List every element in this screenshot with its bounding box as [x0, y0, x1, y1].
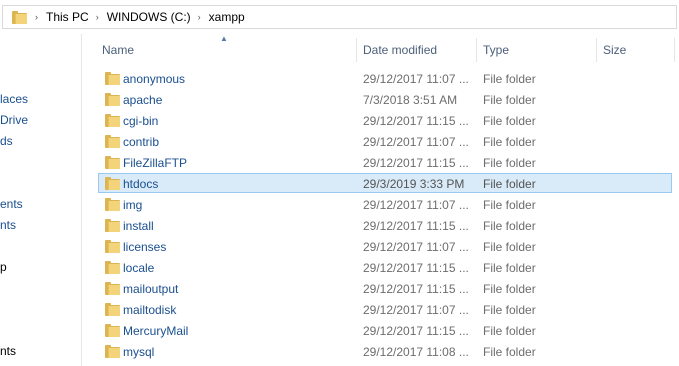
- file-type: File folder: [483, 72, 536, 86]
- folder-icon: [12, 11, 28, 24]
- column-header-date[interactable]: Date modified: [363, 38, 437, 62]
- address-bar[interactable]: › This PC › WINDOWS (C:) › xampp: [2, 5, 677, 29]
- file-type: File folder: [483, 303, 536, 317]
- folder-icon: [105, 114, 120, 127]
- file-name[interactable]: cgi-bin: [123, 114, 158, 128]
- chevron-right-icon[interactable]: ›: [96, 12, 99, 22]
- nav-item-p[interactable]: p: [0, 260, 7, 274]
- file-type: File folder: [483, 177, 536, 191]
- table-row[interactable]: FileZillaFTP 29/12/2017 11:15 ... File fol…: [98, 152, 672, 172]
- folder-icon: [105, 219, 120, 232]
- file-name[interactable]: mailoutput: [123, 282, 178, 296]
- date-modified: 29/12/2017 11:15 ...: [363, 114, 469, 128]
- file-name[interactable]: anonymous: [123, 72, 185, 86]
- file-type: File folder: [483, 198, 536, 212]
- column-header-type[interactable]: Type: [483, 38, 509, 62]
- nav-item-drive[interactable]: Drive: [0, 113, 28, 127]
- file-type: File folder: [483, 282, 536, 296]
- nav-item-documents[interactable]: ents: [0, 197, 23, 211]
- date-modified: 29/12/2017 11:15 ...: [363, 219, 469, 233]
- folder-icon: [105, 345, 120, 358]
- date-modified: 29/12/2017 11:15 ...: [363, 324, 469, 338]
- file-name[interactable]: FileZillaFTP: [123, 156, 187, 170]
- breadcrumb-xampp[interactable]: xampp: [209, 10, 245, 24]
- folder-icon: [105, 282, 120, 295]
- file-type: File folder: [483, 261, 536, 275]
- column-header-name[interactable]: Name: [102, 38, 134, 62]
- folder-icon: [105, 177, 120, 190]
- date-modified: 29/12/2017 11:07 ...: [363, 135, 469, 149]
- file-type: File folder: [483, 135, 536, 149]
- date-modified: 29/12/2017 11:08 ...: [363, 345, 469, 359]
- table-row[interactable]: mailoutput 29/12/2017 11:15 ... File folde…: [98, 278, 672, 298]
- table-row[interactable]: cgi-bin 29/12/2017 11:15 ... File folder: [98, 110, 672, 130]
- file-type: File folder: [483, 93, 536, 107]
- file-type: File folder: [483, 240, 536, 254]
- table-row[interactable]: apache 7/3/2018 3:51 AM File folder: [98, 89, 672, 109]
- date-modified: 29/12/2017 11:07 ...: [363, 198, 469, 212]
- column-divider[interactable]: [596, 38, 597, 62]
- column-divider[interactable]: [476, 38, 477, 62]
- file-type: File folder: [483, 324, 536, 338]
- table-row[interactable]: htdocs 29/3/2019 3:33 PM File folder: [98, 173, 672, 193]
- file-name[interactable]: install: [123, 219, 154, 233]
- file-type: File folder: [483, 219, 536, 233]
- file-name[interactable]: mailtodisk: [123, 303, 176, 317]
- breadcrumb-windows-c[interactable]: WINDOWS (C:): [107, 10, 191, 24]
- file-type: File folder: [483, 114, 536, 128]
- table-row[interactable]: licenses 29/12/2017 11:07 ... File folder: [98, 236, 672, 256]
- table-row[interactable]: MercuryMail 29/12/2017 11:15 ... File fold…: [98, 320, 672, 340]
- folder-icon: [105, 261, 120, 274]
- file-type: File folder: [483, 345, 536, 359]
- nav-item-nts[interactable]: nts: [0, 344, 16, 358]
- file-name[interactable]: mysql: [123, 345, 154, 359]
- sort-up-icon: ▲: [220, 34, 228, 43]
- date-modified: 29/12/2017 11:07 ...: [363, 240, 469, 254]
- table-row[interactable]: img 29/12/2017 11:07 ... File folder: [98, 194, 672, 214]
- table-row[interactable]: locale 29/12/2017 11:15 ... File folder: [98, 257, 672, 277]
- date-modified: 29/12/2017 11:15 ...: [363, 156, 469, 170]
- breadcrumb-this-pc[interactable]: This PC: [46, 10, 89, 24]
- nav-item-downloads[interactable]: ds: [0, 134, 13, 148]
- folder-icon: [105, 135, 120, 148]
- file-name[interactable]: apache: [123, 93, 162, 107]
- file-name[interactable]: locale: [123, 261, 154, 275]
- table-row[interactable]: install 29/12/2017 11:15 ... File folder: [98, 215, 672, 235]
- folder-icon: [105, 240, 120, 253]
- column-divider[interactable]: [674, 38, 675, 62]
- table-row[interactable]: mailtodisk 29/12/2017 11:07 ... File folde…: [98, 299, 672, 319]
- folder-icon: [105, 156, 120, 169]
- table-row[interactable]: contrib 29/12/2017 11:07 ... File folder: [98, 131, 672, 151]
- date-modified: 29/12/2017 11:15 ...: [363, 261, 469, 275]
- navigation-pane[interactable]: laces Drive ds ents nts p nts: [0, 34, 82, 366]
- nav-item-places[interactable]: laces: [0, 92, 28, 106]
- date-modified: 29/12/2017 11:07 ...: [363, 72, 469, 86]
- date-modified: 7/3/2018 3:51 AM: [363, 93, 458, 107]
- table-row[interactable]: mysql 29/12/2017 11:08 ... File folder: [98, 341, 672, 361]
- folder-icon: [105, 324, 120, 337]
- date-modified: 29/12/2017 11:15 ...: [363, 282, 469, 296]
- file-name[interactable]: licenses: [123, 240, 166, 254]
- nav-item-contents[interactable]: nts: [0, 218, 16, 232]
- date-modified: 29/12/2017 11:07 ...: [363, 303, 469, 317]
- chevron-right-icon[interactable]: ›: [198, 12, 201, 22]
- file-name[interactable]: contrib: [123, 135, 159, 149]
- column-header-size[interactable]: Size: [603, 38, 626, 62]
- chevron-right-icon[interactable]: ›: [35, 12, 38, 22]
- table-row[interactable]: anonymous 29/12/2017 11:07 ... File folder: [98, 68, 672, 88]
- file-name[interactable]: img: [123, 198, 142, 212]
- folder-icon: [105, 72, 120, 85]
- file-name[interactable]: htdocs: [123, 177, 158, 191]
- file-type: File folder: [483, 156, 536, 170]
- file-name[interactable]: MercuryMail: [123, 324, 188, 338]
- folder-icon: [105, 93, 120, 106]
- folder-icon: [105, 303, 120, 316]
- column-divider[interactable]: [356, 38, 357, 62]
- folder-icon: [105, 198, 120, 211]
- date-modified: 29/3/2019 3:33 PM: [363, 177, 465, 191]
